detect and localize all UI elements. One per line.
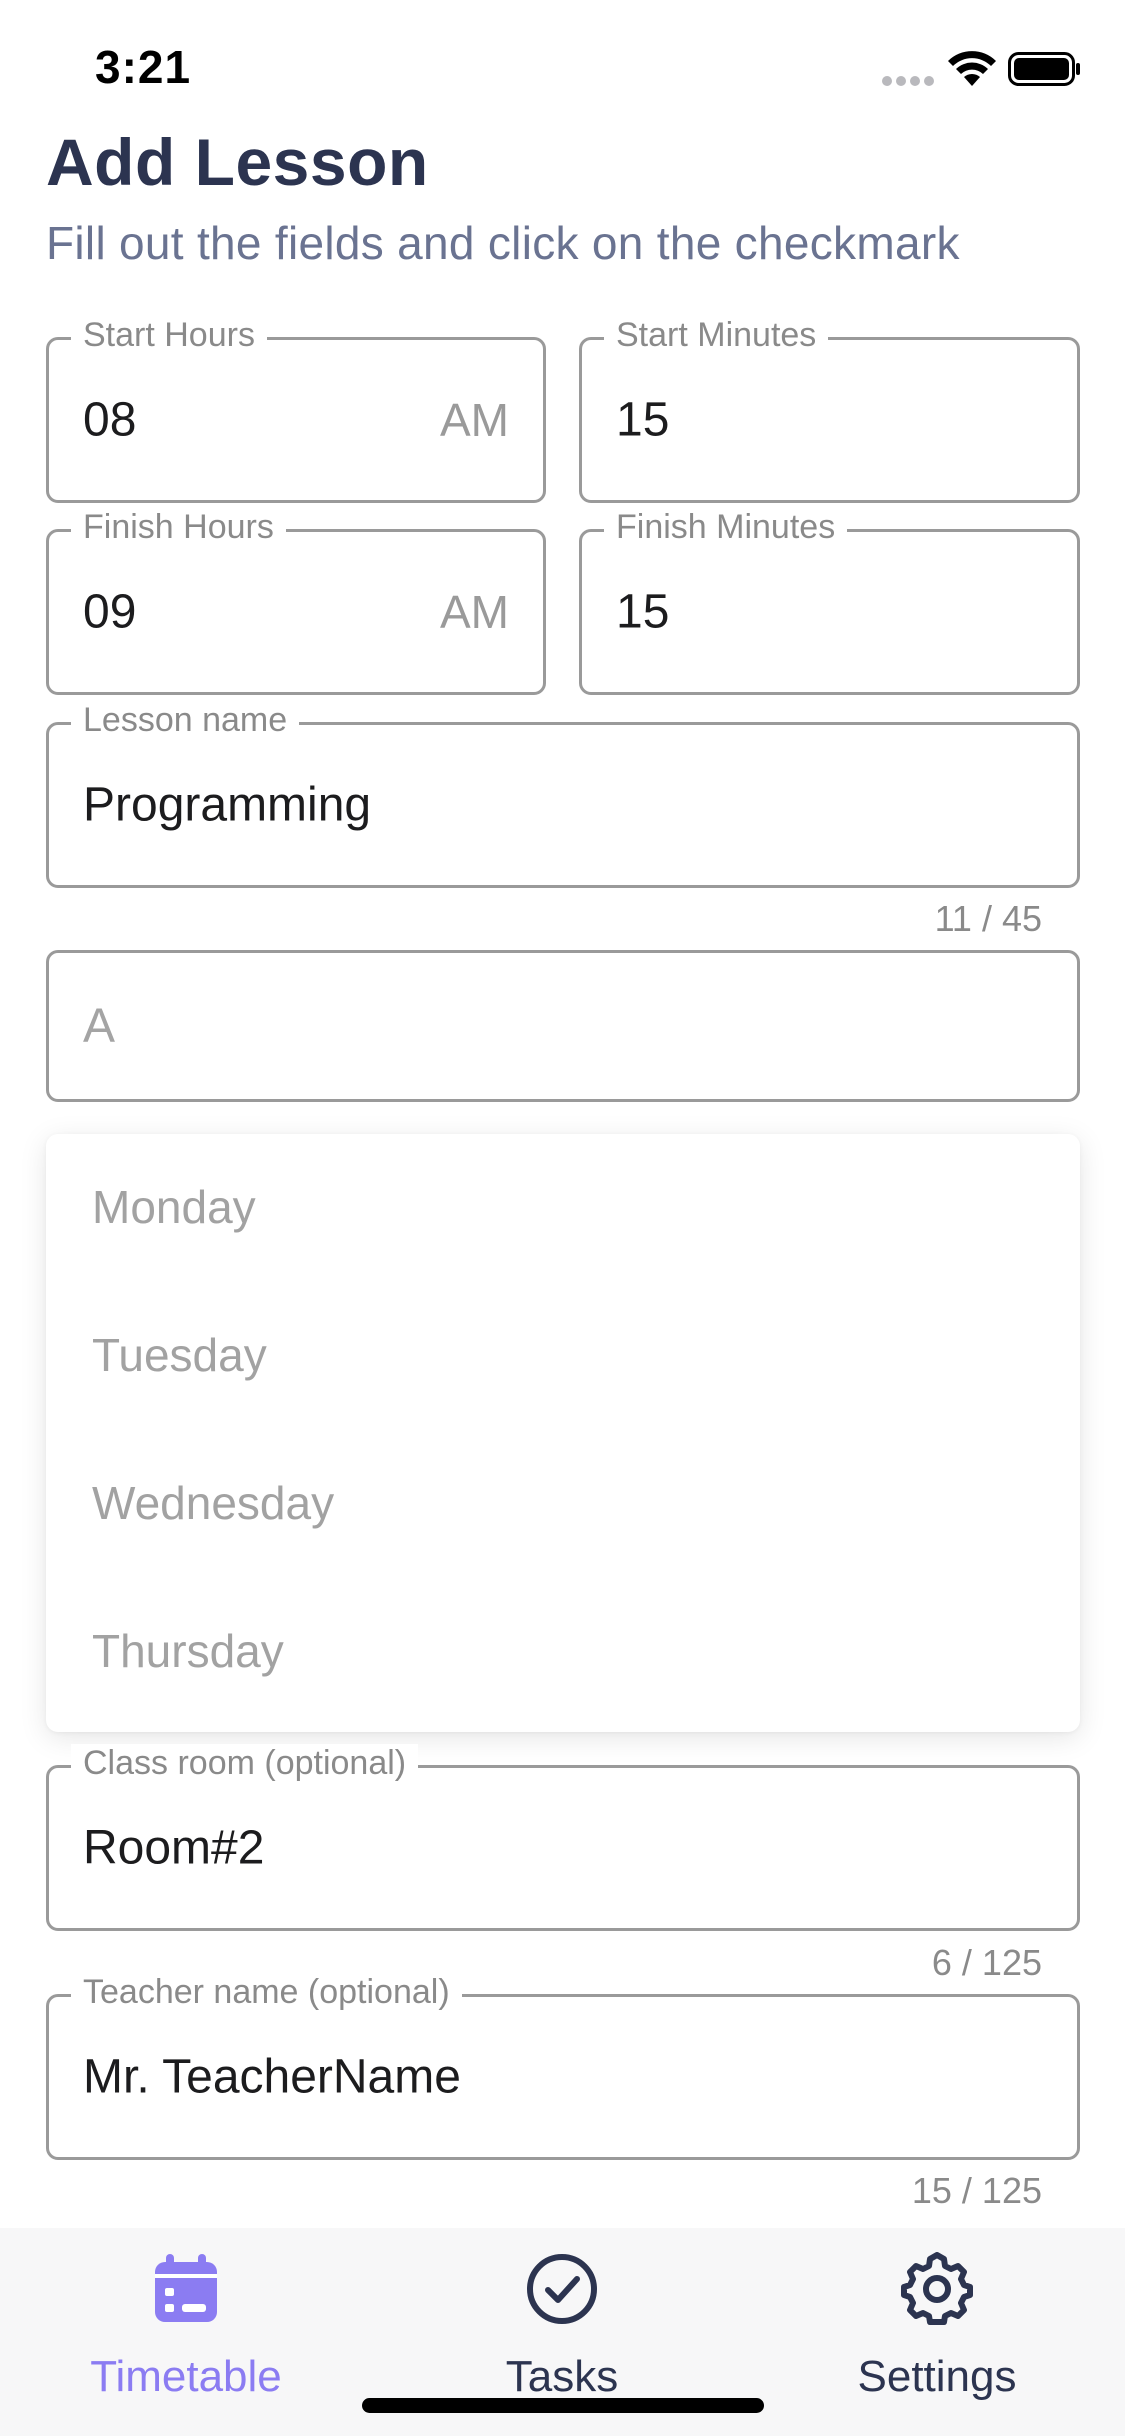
- day-select-field[interactable]: A: [46, 950, 1080, 1102]
- day-dropdown-menu: Monday Tuesday Wednesday Thursday: [46, 1134, 1080, 1732]
- lesson-name-value: Programming: [83, 778, 372, 832]
- start-hours-value: 08: [83, 393, 137, 447]
- tab-timetable-label: Timetable: [90, 2352, 282, 2401]
- start-minutes-label: Start Minutes: [604, 316, 829, 355]
- teacher-name-field[interactable]: Teacher name (optional) Mr. TeacherName: [46, 1973, 1080, 2160]
- finish-hours-label: Finish Hours: [71, 508, 286, 547]
- tab-tasks-label: Tasks: [505, 2352, 619, 2401]
- dropdown-item-thursday[interactable]: Thursday: [92, 1624, 284, 1678]
- finish-minutes-value: 15: [616, 585, 670, 639]
- check-circle-icon: [527, 2254, 597, 2324]
- day-select-value: A: [83, 999, 116, 1053]
- class-room-counter: 6 / 125: [931, 1942, 1042, 1983]
- page-title: Add Lesson: [46, 125, 429, 199]
- finish-minutes-label: Finish Minutes: [604, 508, 848, 547]
- home-indicator: [362, 2398, 764, 2413]
- start-hours-label: Start Hours: [71, 316, 267, 355]
- finish-minutes-field[interactable]: Finish Minutes 15: [579, 508, 1080, 695]
- tab-settings-label: Settings: [857, 2352, 1017, 2401]
- start-hours-ampm: AM: [440, 394, 509, 446]
- finish-hours-ampm: AM: [440, 586, 509, 638]
- battery-icon: [1008, 52, 1080, 86]
- lesson-name-counter: 11 / 45: [934, 898, 1042, 939]
- tab-timetable[interactable]: Timetable: [66, 2252, 306, 2402]
- teacher-name-counter: 15 / 125: [911, 2170, 1042, 2211]
- dropdown-item-wednesday[interactable]: Wednesday: [92, 1476, 334, 1530]
- start-hours-field[interactable]: Start Hours 08 AM: [46, 316, 546, 503]
- dropdown-item-monday[interactable]: Monday: [92, 1180, 256, 1234]
- start-minutes-field[interactable]: Start Minutes 15: [579, 316, 1080, 503]
- tab-tasks[interactable]: Tasks: [442, 2252, 682, 2402]
- tab-settings[interactable]: Settings: [817, 2252, 1057, 2402]
- page-subtitle: Fill out the fields and click on the che…: [46, 217, 960, 269]
- wifi-icon: [948, 51, 996, 86]
- class-room-label: Class room (optional): [71, 1744, 419, 1783]
- class-room-field[interactable]: Class room (optional) Room#2: [46, 1744, 1080, 1931]
- status-time: 3:21: [95, 41, 192, 93]
- class-room-value: Room#2: [83, 1821, 265, 1875]
- teacher-name-label: Teacher name (optional): [71, 1973, 462, 2012]
- start-minutes-value: 15: [616, 393, 670, 447]
- lesson-name-label: Lesson name: [71, 701, 300, 740]
- cellular-signal-icon: [882, 76, 936, 88]
- finish-hours-value: 09: [83, 585, 137, 639]
- teacher-name-value: Mr. TeacherName: [83, 2050, 461, 2104]
- status-bar: 3:21: [0, 0, 1125, 140]
- finish-hours-field[interactable]: Finish Hours 09 AM: [46, 508, 546, 695]
- dropdown-item-tuesday[interactable]: Tuesday: [92, 1328, 267, 1382]
- gear-icon: [901, 2252, 973, 2325]
- lesson-name-field[interactable]: Lesson name Programming: [46, 701, 1080, 888]
- calendar-icon: [155, 2254, 217, 2322]
